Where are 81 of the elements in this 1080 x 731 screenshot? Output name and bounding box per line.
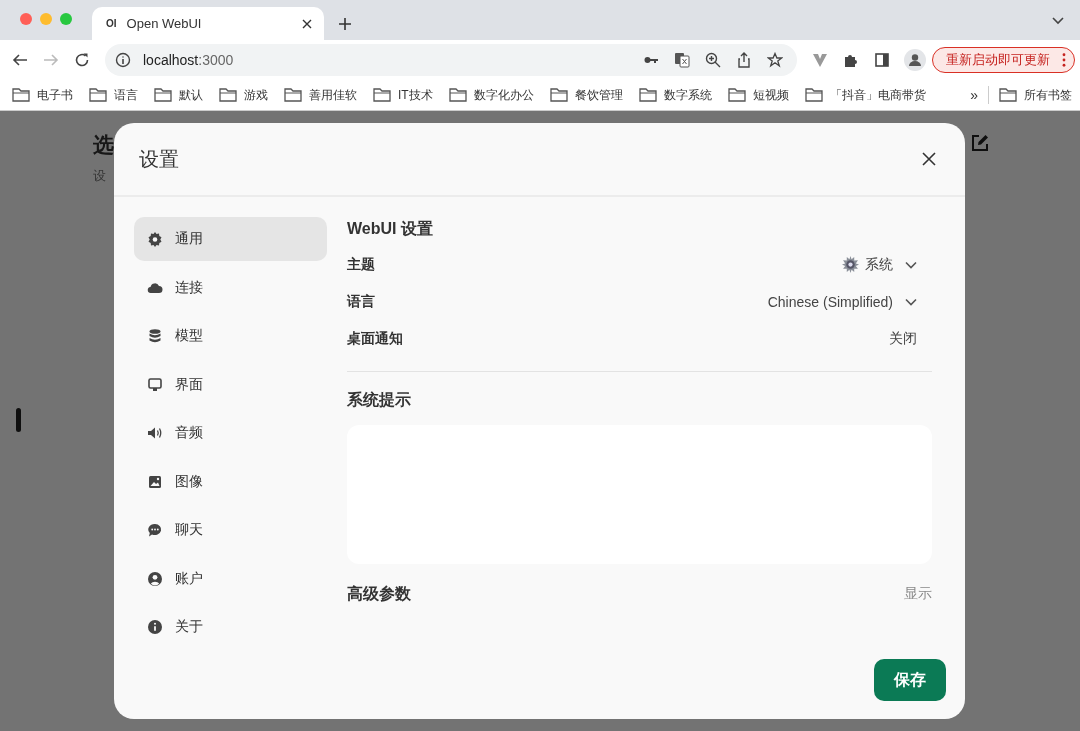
bookmark[interactable]: 语言 [114,86,138,104]
folder-icon [89,88,107,102]
bookmark[interactable]: 游戏 [244,86,268,104]
section-title: 高级参数 [347,584,411,604]
chevron-down-icon [905,297,917,306]
section-title: WebUI 设置 [347,219,434,239]
update-button[interactable]: 重新启动即可更新 [932,47,1075,73]
dialog-title: 设置 [139,146,179,172]
show-button[interactable]: 显示 [904,584,932,603]
bookmark[interactable]: 善用佳软 [309,86,357,104]
bookmark[interactable]: 所有书签 [1024,86,1072,104]
edit-icon[interactable] [970,133,990,153]
close-icon[interactable] [922,152,936,166]
back-icon[interactable] [12,52,28,68]
sidebar-handle[interactable] [16,408,21,432]
bookmark[interactable]: 数字系统 [663,86,712,104]
info-icon [147,619,163,635]
settings-nav-item[interactable]: 通用 [134,217,327,261]
reload-icon[interactable] [74,52,90,68]
monitor-icon [147,376,163,393]
side-panel-icon[interactable] [874,52,890,68]
info-icon[interactable] [115,52,131,68]
bookmark[interactable]: 「抖音」电商带货 [829,86,926,104]
save-button[interactable]: 保存 [874,659,946,701]
chevron-down-icon[interactable] [1052,17,1064,25]
user-icon [147,570,163,587]
image-icon [147,473,163,490]
settings-nav-item[interactable]: 音频 [134,411,327,455]
new-tab-icon[interactable] [339,18,351,30]
speaker-icon [147,425,163,441]
sun-icon [842,256,859,273]
settings-nav-item[interactable]: 连接 [134,265,327,310]
settings-nav-item[interactable]: 界面 [134,362,327,407]
folder-icon [804,88,823,102]
folder-icon [448,88,467,102]
setting-label: 语言 [347,292,375,311]
bookmark[interactable]: 电子书 [37,86,73,104]
bookmarks-overflow[interactable]: » [970,87,978,103]
settings-nav-item[interactable]: 图像 [134,459,327,504]
page-heading: 选 [93,132,114,158]
language-select[interactable]: Chinese (Simplified) [767,293,917,310]
page-subheading: 设 [93,167,107,185]
bookmark[interactable]: IT技术 [398,86,433,104]
folder-icon [219,88,237,102]
favicon: OI [106,18,117,29]
database-icon [147,328,163,344]
close-icon[interactable] [302,18,312,29]
chat-icon [147,522,163,538]
section-title: 系统提示 [347,390,412,410]
share-icon[interactable] [736,52,752,68]
settings-nav-item[interactable]: 聊天 [134,508,327,552]
extension-icon[interactable] [812,52,828,68]
browser-tab[interactable]: OI Open WebUI [92,7,324,40]
address-bar[interactable]: localhost:3000 [105,44,797,76]
folder-icon [727,88,746,102]
star-icon[interactable] [767,52,783,68]
gear-icon [147,231,163,247]
folder-icon [12,88,30,102]
folder-icon [549,88,568,102]
folder-icon [638,88,657,102]
puzzle-icon[interactable] [843,52,859,68]
settings-nav-item[interactable]: 模型 [134,314,327,358]
bookmark[interactable]: 餐饮管理 [574,86,623,104]
folder-icon [154,88,172,102]
folder-icon [373,88,391,102]
chevron-down-icon [905,260,917,269]
translate-icon[interactable] [674,52,690,68]
profile-avatar[interactable] [904,49,926,71]
zoom-icon[interactable] [705,52,721,68]
setting-label: 主题 [347,255,375,274]
folder-icon [999,88,1017,102]
more-icon[interactable] [1062,53,1066,67]
settings-nav-item[interactable]: 关于 [134,605,327,649]
bookmark[interactable]: 默认 [179,86,203,104]
theme-select[interactable]: 系统 [842,255,917,274]
setting-label: 桌面通知 [347,329,403,348]
bookmark[interactable]: 数字化办公 [473,86,534,104]
settings-nav-item[interactable]: 账户 [134,556,327,601]
folder-icon [284,88,302,102]
bookmark[interactable]: 短视频 [752,86,789,104]
notification-toggle[interactable]: 关闭 [889,329,917,348]
